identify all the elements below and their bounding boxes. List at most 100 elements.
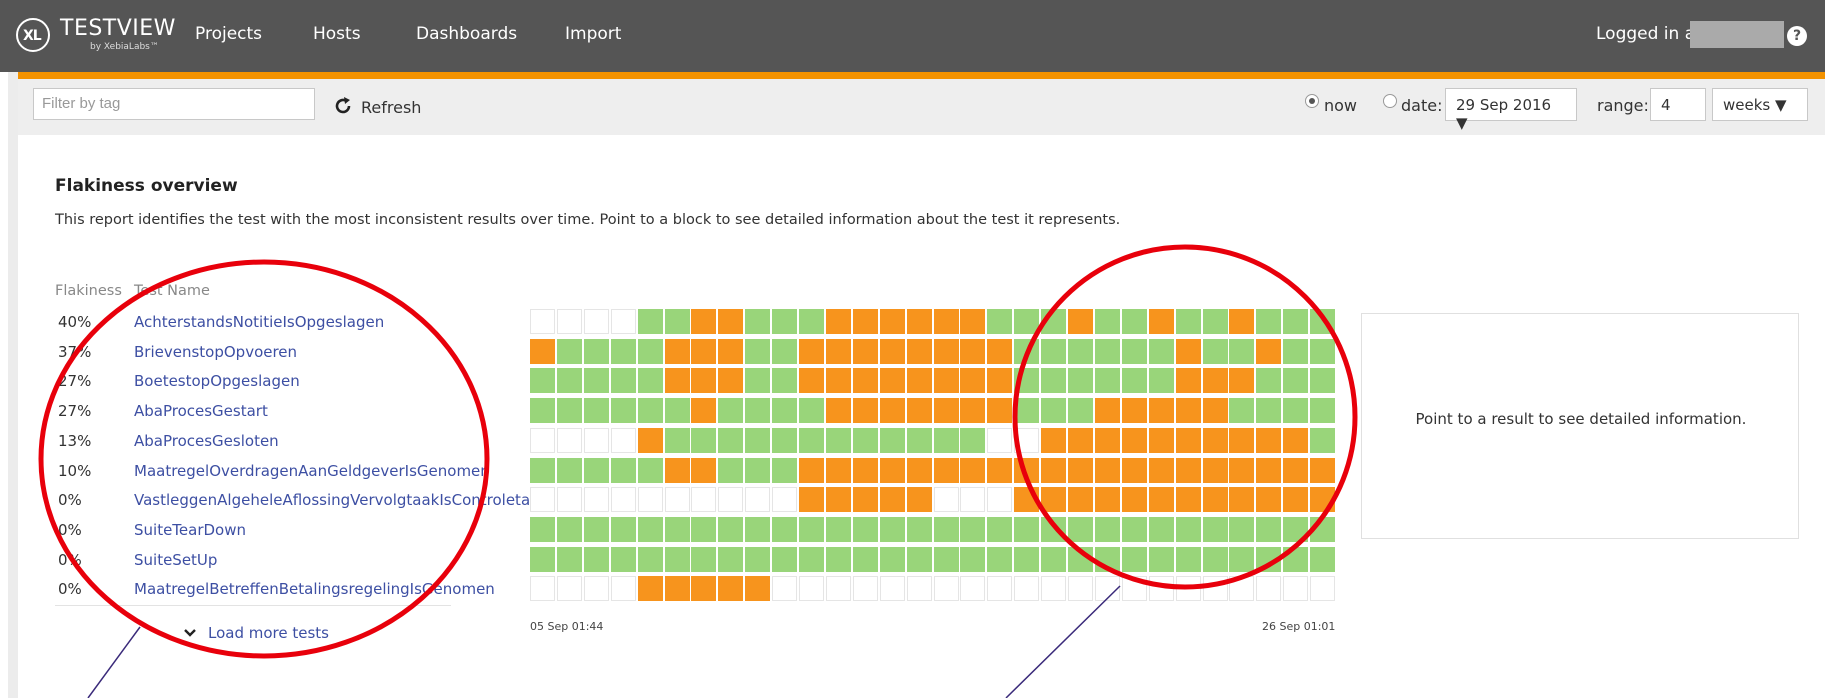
result-block-pass[interactable] [772,398,797,423]
result-block-fail[interactable] [665,458,690,483]
result-block-pass[interactable] [1095,368,1120,393]
result-block-pass[interactable] [1310,368,1335,393]
result-block-fail[interactable] [718,309,743,334]
result-block-pass[interactable] [799,398,824,423]
result-block-pass[interactable] [1041,398,1066,423]
result-block-pass[interactable] [1256,517,1281,542]
result-block-empty[interactable] [1122,576,1147,601]
result-block-pass[interactable] [1310,517,1335,542]
result-block-pass[interactable] [799,547,824,572]
result-block-pass[interactable] [1122,368,1147,393]
refresh-icon[interactable] [333,96,353,116]
result-block-pass[interactable] [611,547,636,572]
result-block-empty[interactable] [611,309,636,334]
result-block-fail[interactable] [1176,458,1201,483]
result-block-fail[interactable] [1095,458,1120,483]
result-block-fail[interactable] [665,339,690,364]
result-block-empty[interactable] [665,487,690,512]
test-name-link[interactable]: AchterstandsNotitieIsOpgeslagen [134,313,384,331]
result-block-empty[interactable] [960,487,985,512]
result-block-fail[interactable] [1176,368,1201,393]
result-block-pass[interactable] [691,547,716,572]
result-block-pass[interactable] [530,458,555,483]
result-block-fail[interactable] [1068,487,1093,512]
result-block-pass[interactable] [853,547,878,572]
test-name-link[interactable]: SuiteSetUp [134,551,217,569]
chevron-down-icon[interactable] [183,628,197,638]
result-block-fail[interactable] [638,576,663,601]
result-block-pass[interactable] [611,458,636,483]
result-block-pass[interactable] [745,309,770,334]
nav-import[interactable]: Import [565,24,621,44]
result-block-pass[interactable] [1068,398,1093,423]
result-block-empty[interactable] [1068,576,1093,601]
result-block-pass[interactable] [718,547,743,572]
result-block-empty[interactable] [772,576,797,601]
result-block-fail[interactable] [691,339,716,364]
test-name-link[interactable]: AbaProcesGestart [134,402,268,420]
result-block-fail[interactable] [799,487,824,512]
result-block-fail[interactable] [907,309,932,334]
result-block-pass[interactable] [1203,309,1228,334]
result-block-empty[interactable] [907,576,932,601]
result-block-pass[interactable] [718,398,743,423]
result-block-fail[interactable] [853,487,878,512]
result-block-pass[interactable] [826,517,851,542]
result-block-pass[interactable] [1041,517,1066,542]
result-block-pass[interactable] [611,339,636,364]
result-block-fail[interactable] [934,368,959,393]
result-block-pass[interactable] [611,368,636,393]
result-block-pass[interactable] [1310,309,1335,334]
result-block-pass[interactable] [584,517,609,542]
result-block-empty[interactable] [1229,576,1254,601]
test-name-link[interactable]: SuiteTearDown [134,521,246,539]
result-block-pass[interactable] [665,398,690,423]
result-block-pass[interactable] [611,398,636,423]
result-block-pass[interactable] [880,428,905,453]
result-block-pass[interactable] [907,428,932,453]
result-block-fail[interactable] [907,458,932,483]
result-block-empty[interactable] [1149,576,1174,601]
result-block-pass[interactable] [1149,368,1174,393]
result-block-pass[interactable] [1203,339,1228,364]
result-block-pass[interactable] [1229,339,1254,364]
result-block-fail[interactable] [826,309,851,334]
result-block-fail[interactable] [718,339,743,364]
result-block-pass[interactable] [611,517,636,542]
result-block-fail[interactable] [880,487,905,512]
result-block-pass[interactable] [665,547,690,572]
result-block-pass[interactable] [934,547,959,572]
result-block-fail[interactable] [1041,458,1066,483]
now-radio[interactable] [1305,94,1319,108]
result-block-pass[interactable] [1122,517,1147,542]
nav-projects[interactable]: Projects [195,24,262,44]
result-block-pass[interactable] [584,339,609,364]
result-block-fail[interactable] [799,458,824,483]
result-block-pass[interactable] [1014,368,1039,393]
result-block-fail[interactable] [934,458,959,483]
result-block-pass[interactable] [987,547,1012,572]
result-block-fail[interactable] [638,428,663,453]
result-block-pass[interactable] [1256,547,1281,572]
result-block-empty[interactable] [611,576,636,601]
result-block-pass[interactable] [745,368,770,393]
result-block-fail[interactable] [799,339,824,364]
result-block-fail[interactable] [907,398,932,423]
result-block-fail[interactable] [1041,487,1066,512]
result-block-pass[interactable] [799,517,824,542]
user-name-redacted[interactable] [1690,21,1784,48]
result-block-fail[interactable] [745,576,770,601]
result-block-pass[interactable] [987,309,1012,334]
result-block-empty[interactable] [611,428,636,453]
result-block-fail[interactable] [665,576,690,601]
result-block-fail[interactable] [1229,458,1254,483]
result-block-pass[interactable] [1041,339,1066,364]
result-block-pass[interactable] [584,458,609,483]
result-block-pass[interactable] [1310,428,1335,453]
result-block-pass[interactable] [1068,339,1093,364]
result-block-fail[interactable] [1176,487,1201,512]
result-block-fail[interactable] [1256,339,1281,364]
result-block-fail[interactable] [880,458,905,483]
result-block-fail[interactable] [880,398,905,423]
test-name-link[interactable]: AbaProcesGesloten [134,432,279,450]
